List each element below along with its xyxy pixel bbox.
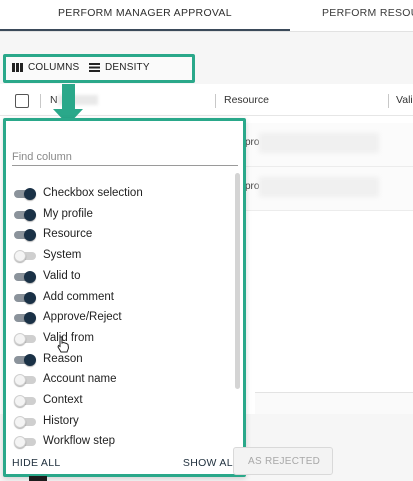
column-item-label: Checkbox selection xyxy=(43,187,143,199)
column-item-label: Context xyxy=(43,394,83,406)
column-item-label: My profile xyxy=(43,207,93,220)
column-item-workflow-step[interactable]: Workflow step xyxy=(11,432,233,452)
column-separator xyxy=(215,94,216,108)
table-row[interactable]: pro xyxy=(245,123,413,167)
column-header-resource[interactable]: Resource xyxy=(224,94,269,106)
column-item-label: Approve/Reject xyxy=(43,311,122,324)
column-item-label: Valid to xyxy=(43,269,81,282)
column-header-valid[interactable]: Vali xyxy=(396,94,413,106)
column-item-add-comment[interactable]: Add comment xyxy=(11,288,233,308)
column-item-reason[interactable]: Reason xyxy=(11,350,233,370)
cell-resource: pro xyxy=(245,137,260,148)
panel-footer: HIDE ALL SHOW ALL xyxy=(6,453,243,473)
column-item-history[interactable]: History xyxy=(11,412,233,432)
table-row[interactable]: pro xyxy=(245,167,413,211)
columns-button[interactable]: COLUMNS xyxy=(12,62,79,73)
column-item-valid-from[interactable]: Valid from xyxy=(11,329,233,349)
hide-all-button[interactable]: HIDE ALL xyxy=(12,457,61,469)
visibility-toggle[interactable] xyxy=(14,374,36,387)
column-item-checkbox-selection[interactable]: Checkbox selection xyxy=(11,184,233,204)
visibility-toggle[interactable] xyxy=(14,312,36,325)
column-item-account-name[interactable]: Account name xyxy=(11,370,233,390)
visibility-toggle[interactable] xyxy=(14,332,36,345)
column-item-label: Account name xyxy=(43,373,117,386)
visibility-toggle[interactable] xyxy=(14,291,36,304)
visibility-toggle[interactable] xyxy=(14,188,36,200)
column-separator xyxy=(388,94,389,108)
columns-label: COLUMNS xyxy=(28,62,80,73)
column-item-label: System xyxy=(43,249,82,262)
blurred-cell xyxy=(259,177,379,197)
visibility-toggle[interactable] xyxy=(14,250,36,263)
column-item-system[interactable]: System xyxy=(11,246,233,266)
column-list-scrollbar[interactable] xyxy=(235,173,240,389)
column-item-label: Add comment xyxy=(43,290,114,303)
column-item-label: Reason xyxy=(43,352,83,365)
columns-panel: Checkbox selection My profile Resource S… xyxy=(3,118,246,477)
column-separator xyxy=(40,94,41,108)
column-header-n[interactable]: N xyxy=(50,94,58,106)
density-button[interactable]: DENSITY xyxy=(89,62,150,73)
grid-horizontal-scrollbar[interactable] xyxy=(255,392,413,414)
taskbar-fragment xyxy=(29,476,47,481)
reject-button-label: AS REJECTED xyxy=(248,456,321,467)
column-item-resource[interactable]: Resource xyxy=(11,225,233,245)
column-item-my-profile[interactable]: My profile xyxy=(11,205,233,225)
annotation-arrow xyxy=(62,84,75,110)
column-item-label: History xyxy=(43,414,79,427)
visibility-toggle[interactable] xyxy=(14,208,36,221)
hand-cursor-icon xyxy=(57,336,70,353)
visibility-toggle[interactable] xyxy=(14,353,36,366)
column-item-valid-to[interactable]: Valid to xyxy=(11,267,233,287)
density-label: DENSITY xyxy=(105,62,150,73)
show-all-button[interactable]: SHOW ALL xyxy=(183,457,239,469)
visibility-toggle[interactable] xyxy=(14,415,36,428)
tab-bar: PERFORM MANAGER APPROVAL PERFORM RESOU xyxy=(0,0,413,32)
column-item-context[interactable]: Context xyxy=(11,391,233,411)
tab-perform-manager-approval[interactable]: PERFORM MANAGER APPROVAL xyxy=(58,7,232,19)
find-column-input[interactable] xyxy=(12,148,238,166)
visibility-toggle[interactable] xyxy=(14,395,36,407)
column-item-label: Resource xyxy=(43,228,93,241)
grid-toolbar: COLUMNS DENSITY xyxy=(3,54,195,83)
visibility-toggle[interactable] xyxy=(14,270,36,283)
cell-resource: pro xyxy=(245,181,260,192)
visibility-toggle[interactable] xyxy=(14,436,36,449)
blurred-cell xyxy=(259,133,379,153)
density-icon xyxy=(89,63,100,72)
tab-perform-resource[interactable]: PERFORM RESOU xyxy=(322,7,413,19)
column-item-label: Workflow step xyxy=(43,435,116,448)
select-all-checkbox[interactable] xyxy=(15,94,29,108)
column-item-approve-reject[interactable]: Approve/Reject xyxy=(11,308,233,328)
mark-as-rejected-button[interactable]: AS REJECTED xyxy=(233,447,333,475)
columns-icon xyxy=(12,63,23,72)
visibility-toggle[interactable] xyxy=(14,229,36,242)
